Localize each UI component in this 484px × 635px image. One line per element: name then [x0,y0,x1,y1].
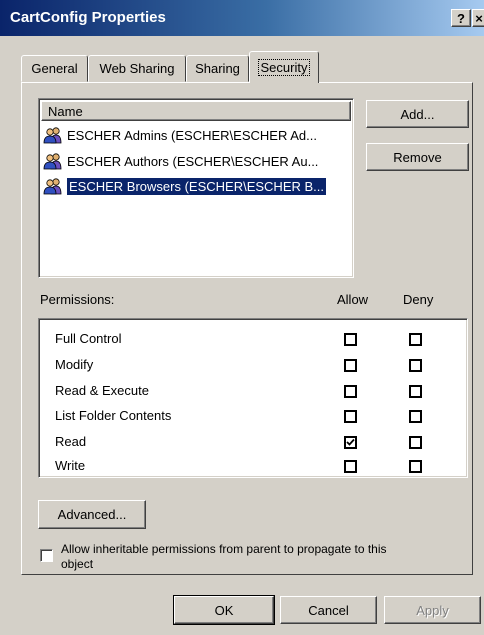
list-item-label: ESCHER Admins (ESCHER\ESCHER Ad... [67,127,317,143]
permission-modify-label: Modify [55,357,94,372]
list-item-label: ESCHER Authors (ESCHER\ESCHER Au... [67,153,319,169]
write-deny-checkbox[interactable] [409,460,422,473]
remove-button[interactable]: Remove [366,143,469,171]
remove-button-label: Remove [393,149,442,165]
add-button[interactable]: Add... [366,100,469,128]
user-group-icon [43,153,62,170]
inherit-permissions-label-line1: Allow inheritable permissions from paren… [61,542,387,556]
ok-button[interactable]: OK [173,595,275,625]
apply-button-label: Apply [416,602,449,618]
full-control-deny-checkbox[interactable] [409,333,422,346]
permission-write-label: Write [55,458,86,473]
add-button-label: Add... [400,106,435,122]
user-group-icon [43,178,62,195]
name-column-header[interactable]: Name [41,101,351,121]
permission-read-execute-label: Read & Execute [55,383,149,398]
permissions-label: Permissions: [40,292,115,307]
list-folder-deny-checkbox[interactable] [409,410,422,423]
deny-column-header: Deny [403,292,434,307]
cancel-button-label: Cancel [308,602,349,618]
write-allow-checkbox[interactable] [344,460,357,473]
user-group-icon [43,127,62,144]
name-column-header-label: Name [48,104,83,119]
apply-button[interactable]: Apply [384,596,481,624]
permission-full-control-label: Full Control [55,331,122,346]
full-control-allow-checkbox[interactable] [344,333,357,346]
inherit-permissions-checkbox[interactable] [40,549,53,562]
cancel-button[interactable]: Cancel [280,596,377,624]
ok-button-label: OK [214,602,234,618]
read-execute-allow-checkbox[interactable] [344,385,357,398]
modify-allow-checkbox[interactable] [344,359,357,372]
read-allow-checkbox[interactable] [344,436,357,449]
group-user-list[interactable]: Name ESCHER Admins (ESCHER\ESCHER Ad... … [38,98,354,278]
read-deny-checkbox[interactable] [409,436,422,449]
permission-list-folder-label: List Folder Contents [55,408,172,423]
list-item-label: ESCHER Browsers (ESCHER\ESCHER B... [67,177,326,195]
checkmark-icon [346,438,355,446]
advanced-button[interactable]: Advanced... [38,500,146,529]
allow-column-header: Allow [337,292,369,307]
list-item[interactable]: ESCHER Authors (ESCHER\ESCHER Au... [43,150,318,172]
permission-read-label: Read [55,434,87,449]
inherit-permissions-label-line2: object [61,557,94,571]
list-item-selected[interactable]: ESCHER Browsers (ESCHER\ESCHER B... [43,175,326,197]
list-item[interactable]: ESCHER Admins (ESCHER\ESCHER Ad... [43,124,317,146]
modify-deny-checkbox[interactable] [409,359,422,372]
advanced-button-label: Advanced... [57,507,127,522]
read-execute-deny-checkbox[interactable] [409,385,422,398]
list-folder-allow-checkbox[interactable] [344,410,357,423]
